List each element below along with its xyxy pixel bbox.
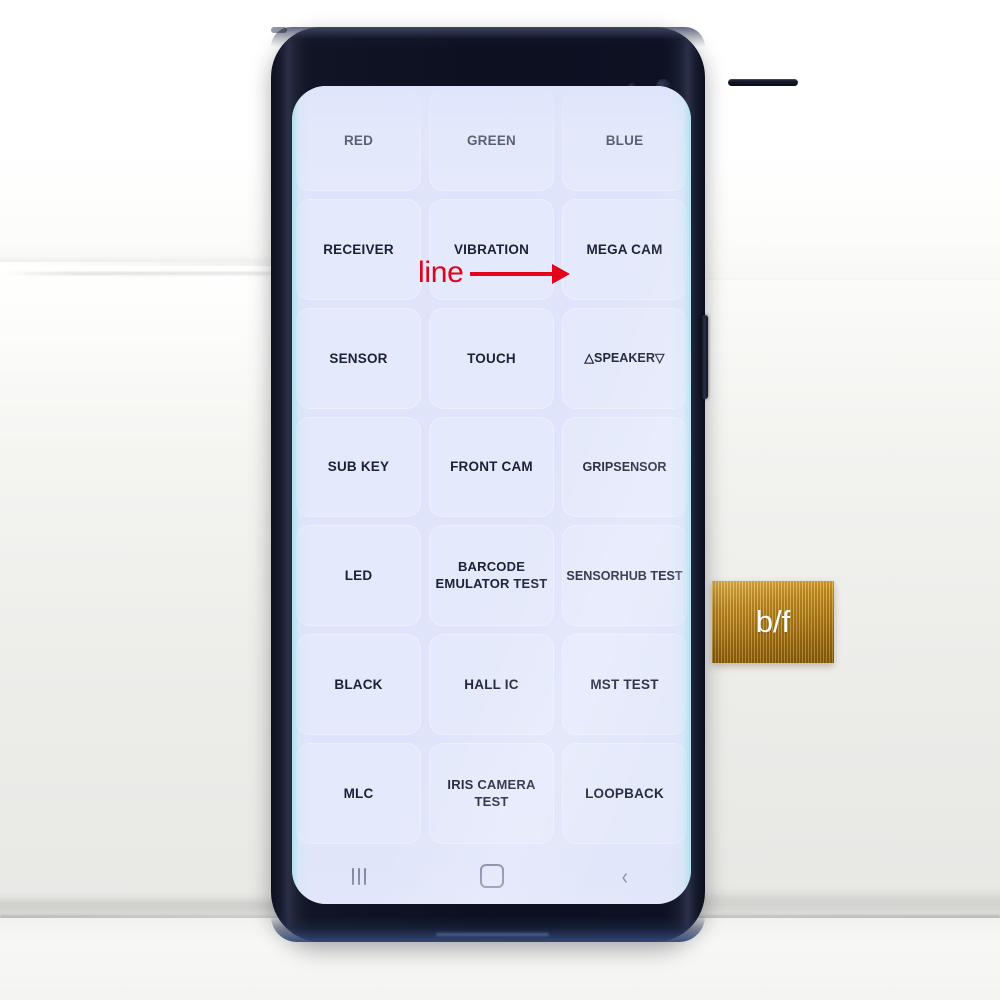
test-button-front-cam[interactable]: FRONT CAM: [425, 413, 558, 522]
test-button-label: RED: [343, 132, 374, 148]
test-button-grid: RED GREEN BLUE RECEIVER VIBRATION MEGA C…: [292, 86, 691, 848]
earpiece-speaker-icon: [728, 79, 798, 86]
test-button-hall-ic[interactable]: HALL IC: [425, 630, 558, 739]
test-button-label: BARCODE EMULATOR TEST: [435, 559, 548, 591]
test-button-blue[interactable]: BLUE: [558, 86, 691, 195]
arrow-head-icon: [551, 264, 570, 284]
display-flex-cable: b/f: [712, 581, 834, 663]
test-button-label: IRIS CAMERA TEST: [447, 776, 536, 809]
test-button-label: VIBRATION: [453, 241, 530, 257]
test-button-label: BLUE: [605, 132, 644, 148]
test-button-red[interactable]: RED: [292, 86, 425, 195]
power-button[interactable]: [701, 315, 708, 399]
test-button-label: SENSORHUB TEST: [566, 568, 683, 583]
test-button-label: △SPEAKER▽: [584, 351, 665, 366]
test-button-label: MEGA CAM: [586, 241, 663, 257]
test-button-label: MLC: [343, 785, 374, 801]
test-button-label: SUB KEY: [327, 459, 390, 475]
test-button-label: BLACK: [334, 677, 383, 693]
test-button-black[interactable]: BLACK: [292, 630, 425, 739]
test-button-touch[interactable]: TOUCH: [425, 304, 558, 413]
test-button-label: MST TEST: [590, 677, 659, 693]
back-icon: ‹: [621, 862, 628, 889]
test-button-label: SENSOR: [329, 350, 388, 366]
screenshot-stage: b/f RED GREEN BLUE RECEIVER VIBRATION ME…: [0, 0, 1000, 1000]
test-button-label: LED: [344, 568, 373, 584]
test-button-receiver[interactable]: RECEIVER: [292, 195, 425, 304]
test-button-barcode-emulator-test[interactable]: BARCODE EMULATOR TEST: [425, 521, 558, 630]
proximity-sensor-icon: [271, 27, 287, 33]
test-button-led[interactable]: LED: [292, 521, 425, 630]
test-button-sensorhub-test[interactable]: SENSORHUB TEST: [558, 521, 691, 630]
annotation-line-label: line: [418, 256, 464, 289]
test-button-label: TOUCH: [467, 350, 516, 366]
nav-home-button[interactable]: [457, 856, 527, 896]
test-button-mlc[interactable]: MLC: [292, 739, 425, 848]
test-button-mst-test[interactable]: MST TEST: [558, 630, 691, 739]
home-icon: [479, 864, 504, 888]
test-button-label: HALL IC: [464, 677, 519, 693]
test-button-sensor[interactable]: SENSOR: [292, 304, 425, 413]
test-button-iris-camera-test[interactable]: IRIS CAMERA TEST: [425, 739, 558, 848]
foam-block-left: [0, 262, 310, 922]
phone-bottom-rim: [271, 916, 705, 942]
test-button-gripsensor[interactable]: GRIPSENSOR: [558, 413, 691, 522]
foam-block-top-edge: [0, 272, 305, 275]
test-button-mega-cam[interactable]: MEGA CAM: [558, 195, 691, 304]
test-button-label: LOOPBACK: [585, 785, 664, 801]
nav-recents-button[interactable]: [324, 856, 394, 896]
test-button-label: FRONT CAM: [450, 459, 533, 475]
test-button-speaker[interactable]: △SPEAKER▽: [558, 304, 691, 413]
annotation-line-arrow: line: [418, 258, 570, 288]
phone-screen: RED GREEN BLUE RECEIVER VIBRATION MEGA C…: [292, 86, 691, 904]
android-navigation-bar: ‹: [292, 848, 691, 904]
test-button-loopback[interactable]: LOOPBACK: [558, 739, 691, 848]
test-button-sub-key[interactable]: SUB KEY: [292, 413, 425, 522]
flex-cable-label: b/f: [755, 603, 791, 639]
arrow-shaft: [469, 272, 552, 276]
test-button-label: GRIPSENSOR: [582, 459, 667, 474]
test-button-green[interactable]: GREEN: [425, 86, 558, 195]
recents-icon: [351, 867, 366, 885]
test-button-label: GREEN: [466, 132, 516, 148]
test-button-label: RECEIVER: [323, 241, 394, 257]
nav-back-button[interactable]: ‹: [590, 856, 660, 896]
phone-bottom-accent: [435, 933, 549, 936]
phone-top-rim: [271, 27, 705, 47]
